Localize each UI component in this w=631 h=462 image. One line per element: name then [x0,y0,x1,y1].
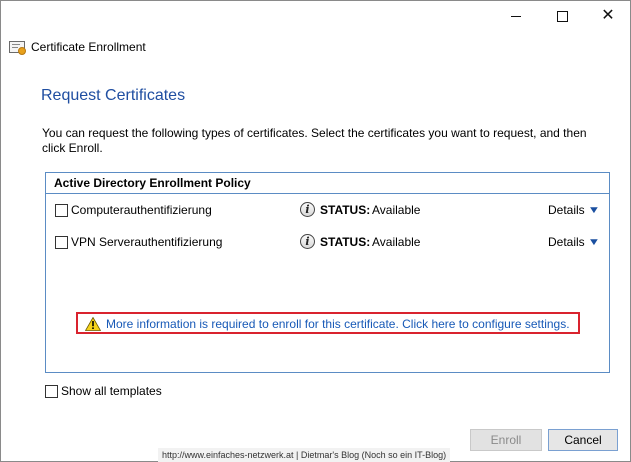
show-all-templates-checkbox[interactable] [45,385,58,398]
certificate-name: VPN Serverauthentifizierung [71,235,223,249]
enroll-button[interactable]: Enroll [470,429,542,451]
info-icon: i [300,234,315,249]
chevron-down-icon: ▼ [587,236,601,248]
details-toggle-computer[interactable]: Details ▼ [548,203,601,217]
certificate-row-computer: Computerauthentifizierung i STATUS: Avai… [46,202,609,220]
more-info-warning: More information is required to enroll f… [76,312,580,334]
certificate-name: Computerauthentifizierung [71,203,212,217]
details-label: Details [548,203,585,217]
details-label: Details [548,235,585,249]
status-label: STATUS: [320,235,371,249]
policy-header: Active Directory Enrollment Policy [46,173,609,194]
show-all-templates-label: Show all templates [61,384,162,398]
certificate-icon [9,40,26,55]
info-icon: i [300,202,315,217]
title-bar: ✕ [1,1,630,33]
minimize-button[interactable] [493,1,539,31]
certificate-enrollment-window: ✕ Certificate Enrollment Request Certifi… [0,0,631,462]
chevron-down-icon: ▼ [587,204,601,216]
intro-text: You can request the following types of c… [42,126,587,155]
certificate-checkbox-vpn[interactable] [55,236,68,249]
watermark: http://www.einfaches-netzwerk.at | Dietm… [158,448,451,462]
close-icon: ✕ [601,7,615,24]
close-button[interactable]: ✕ [585,1,631,31]
app-header: Certificate Enrollment [9,39,146,55]
status-value: Available [372,203,421,217]
maximize-button[interactable] [539,1,585,31]
maximize-icon [556,10,568,22]
status-value: Available [372,235,421,249]
status-label: STATUS: [320,203,371,217]
certificate-checkbox-computer[interactable] [55,204,68,217]
configure-settings-link[interactable]: More information is required to enroll f… [106,317,570,331]
warning-icon [85,317,101,331]
enrollment-policy-list: Active Directory Enrollment Policy Compu… [45,172,610,373]
app-title: Certificate Enrollment [31,40,146,54]
certificate-row-vpn: VPN Serverauthentifizierung i STATUS: Av… [46,234,609,334]
cancel-button[interactable]: Cancel [548,429,618,451]
minimize-icon [511,15,521,17]
details-toggle-vpn[interactable]: Details ▼ [548,235,601,249]
page-title: Request Certificates [41,87,186,104]
